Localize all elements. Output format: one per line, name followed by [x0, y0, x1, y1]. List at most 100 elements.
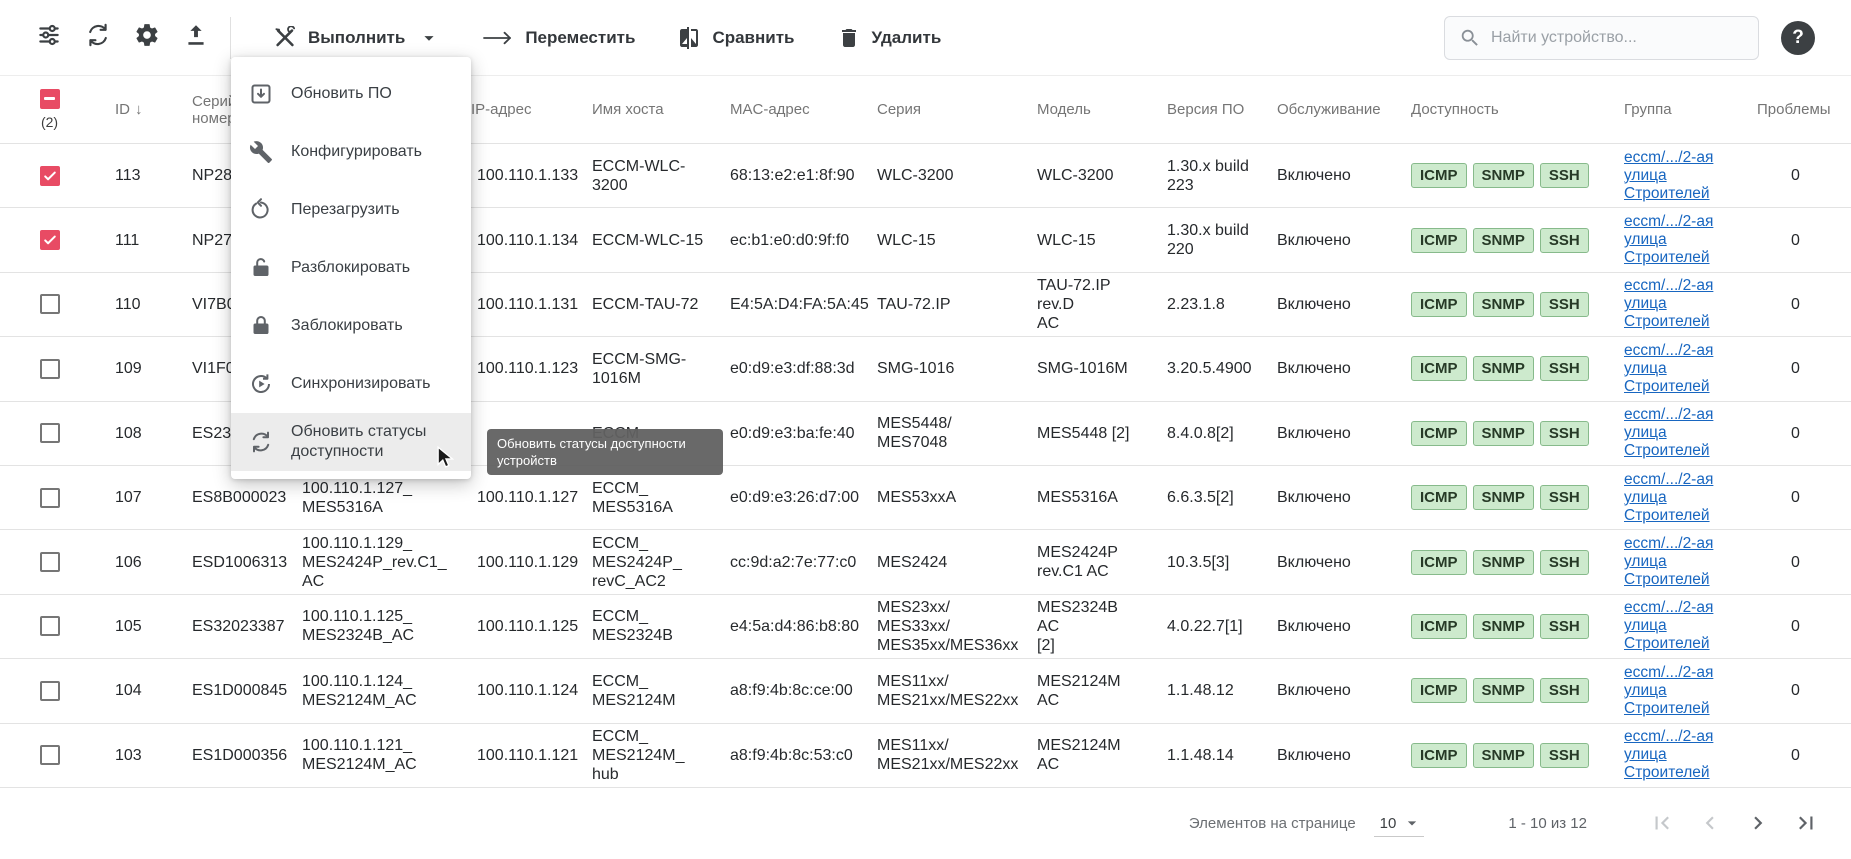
refresh-button[interactable] — [75, 15, 121, 61]
cell-serial: ES32023387 — [180, 617, 290, 636]
group-link[interactable]: eccm/.../2-аяулицаСтроителей — [1624, 599, 1733, 653]
cell-serial: ES8B000023 — [180, 488, 290, 507]
row-checkbox[interactable] — [40, 230, 60, 250]
sort-desc-icon: ↓ — [135, 101, 143, 118]
col-header-fw-version[interactable]: Версия ПО — [1155, 101, 1265, 118]
compare-button[interactable]: Сравнить — [677, 26, 794, 50]
last-page-button[interactable] — [1787, 804, 1825, 842]
row-checkbox[interactable] — [40, 423, 60, 443]
cell-name: 100.110.1.129_MES2424P_rev.C1_AC — [290, 534, 465, 591]
gear-icon — [134, 22, 160, 53]
cell-fw-version: 8.4.0.8[2] — [1155, 424, 1265, 443]
col-header-availability[interactable]: Доступность — [1395, 101, 1600, 118]
group-link[interactable]: eccm/.../2-аяулицаСтроителей — [1624, 342, 1733, 396]
availability-badge-icmp: ICMP — [1411, 356, 1467, 381]
row-checkbox[interactable] — [40, 616, 60, 636]
cell-ip: 100.110.1.124 — [465, 681, 580, 700]
cell-availability: ICMPSNMPSSH — [1395, 292, 1600, 317]
row-checkbox[interactable] — [40, 552, 60, 572]
cell-maintenance: Включено — [1265, 295, 1395, 314]
menu-item-label: Обновить ПО — [291, 84, 392, 104]
cell-ip: 100.110.1.134 — [465, 231, 580, 250]
cell-fw-version: 1.30.x build220 — [1155, 221, 1265, 259]
col-header-select: (2) — [0, 89, 95, 131]
cell-ip: 100.110.1.133 — [465, 166, 580, 185]
cell-fw-version: 1.30.x build223 — [1155, 157, 1265, 195]
settings-button[interactable] — [124, 15, 170, 61]
row-checkbox[interactable] — [40, 745, 60, 765]
filter-button[interactable] — [26, 15, 72, 61]
cell-problems: 0 — [1745, 488, 1851, 507]
cell-maintenance: Включено — [1265, 617, 1395, 636]
menu-item-refresh[interactable]: Обновить статусы доступности — [231, 413, 471, 471]
select-all-checkbox[interactable] — [40, 89, 60, 109]
cell-availability: ICMPSNMPSSH — [1395, 421, 1600, 446]
search-input[interactable] — [1491, 29, 1744, 47]
row-checkbox[interactable] — [40, 359, 60, 379]
availability-badge-icmp: ICMP — [1411, 163, 1467, 188]
group-link[interactable]: eccm/.../2-аяулицаСтроителей — [1624, 728, 1733, 782]
col-header-id[interactable]: ID ↓ — [95, 101, 180, 118]
page-size-select[interactable]: 10 — [1374, 809, 1425, 837]
table-row[interactable]: 103 ES1D000356 100.110.1.121_MES2124M_AC… — [0, 724, 1851, 788]
compare-icon — [677, 26, 701, 50]
menu-item-reboot[interactable]: Перезагрузить — [231, 181, 471, 239]
table-row[interactable]: 104 ES1D000845 100.110.1.124_MES2124M_AC… — [0, 659, 1851, 723]
col-header-model[interactable]: Модель — [1025, 101, 1155, 118]
cell-series: MES11xx/MES21xx/MES22xx — [865, 672, 1025, 710]
cell-fw-version: 4.0.22.7[1] — [1155, 617, 1265, 636]
menu-item-update-fw[interactable]: Обновить ПО — [231, 65, 471, 123]
help-button[interactable]: ? — [1781, 21, 1815, 55]
cell-group: eccm/.../2-аяулицаСтроителей — [1600, 728, 1745, 782]
execute-menu: Обновить ПО Конфигурировать Перезагрузит… — [231, 57, 471, 479]
table-row[interactable]: 106 ESD1006313 100.110.1.129_MES2424P_re… — [0, 530, 1851, 594]
menu-item-lock[interactable]: Заблокировать — [231, 297, 471, 355]
table-row[interactable]: 105 ES32023387 100.110.1.125_MES2324B_AC… — [0, 595, 1851, 659]
next-page-button[interactable] — [1739, 804, 1777, 842]
unlock-icon — [249, 256, 273, 280]
row-checkbox[interactable] — [40, 488, 60, 508]
cell-group: eccm/.../2-аяулицаСтроителей — [1600, 342, 1745, 396]
menu-item-configure[interactable]: Конфигурировать — [231, 123, 471, 181]
move-button-label: Переместить — [525, 28, 635, 48]
move-button[interactable]: Переместить — [482, 28, 635, 48]
col-header-id-label: ID — [115, 101, 130, 118]
row-checkbox[interactable] — [40, 681, 60, 701]
cell-select — [0, 552, 95, 572]
menu-item-label: Синхронизировать — [291, 374, 431, 394]
row-checkbox[interactable] — [40, 294, 60, 314]
row-checkbox[interactable] — [40, 166, 60, 186]
col-header-hostname[interactable]: Имя хоста — [580, 101, 718, 118]
menu-item-sync[interactable]: Синхронизировать — [231, 355, 471, 413]
group-link[interactable]: eccm/.../2-аяулицаСтроителей — [1624, 213, 1733, 267]
col-header-maintenance[interactable]: Обслуживание — [1265, 101, 1395, 118]
col-header-problems[interactable]: Проблемы — [1745, 101, 1851, 118]
cell-maintenance: Включено — [1265, 488, 1395, 507]
menu-item-label: Конфигурировать — [291, 142, 422, 162]
availability-badge-ssh: SSH — [1540, 421, 1589, 446]
cell-model: MES2424Prev.C1 AC — [1025, 543, 1155, 581]
menu-item-unlock[interactable]: Разблокировать — [231, 239, 471, 297]
delete-button[interactable]: Удалить — [837, 26, 942, 50]
first-page-button[interactable] — [1643, 804, 1681, 842]
col-header-series[interactable]: Серия — [865, 101, 1025, 118]
col-header-mac[interactable]: MAC-адрес — [718, 101, 865, 118]
group-link[interactable]: eccm/.../2-аяулицаСтроителей — [1624, 406, 1733, 460]
cell-select — [0, 423, 95, 443]
col-header-ip[interactable]: IP-адрес — [465, 101, 580, 118]
group-link[interactable]: eccm/.../2-аяулицаСтроителей — [1624, 471, 1733, 525]
execute-button[interactable]: Выполнить — [273, 26, 440, 50]
previous-page-button[interactable] — [1691, 804, 1729, 842]
cell-id: 106 — [95, 553, 180, 572]
cell-group: eccm/.../2-аяулицаСтроителей — [1600, 664, 1745, 718]
col-header-group[interactable]: Группа — [1600, 101, 1745, 118]
group-link[interactable]: eccm/.../2-аяулицаСтроителей — [1624, 535, 1733, 589]
toolbar-divider — [230, 17, 231, 59]
group-link[interactable]: eccm/.../2-аяулицаСтроителей — [1624, 277, 1733, 331]
upload-button[interactable] — [173, 15, 219, 61]
cell-fw-version: 1.1.48.14 — [1155, 746, 1265, 765]
group-link[interactable]: eccm/.../2-аяулицаСтроителей — [1624, 664, 1733, 718]
cell-fw-version: 6.6.3.5[2] — [1155, 488, 1265, 507]
group-link[interactable]: eccm/.../2-аяулицаСтроителей — [1624, 149, 1733, 203]
cell-availability: ICMPSNMPSSH — [1395, 614, 1600, 639]
